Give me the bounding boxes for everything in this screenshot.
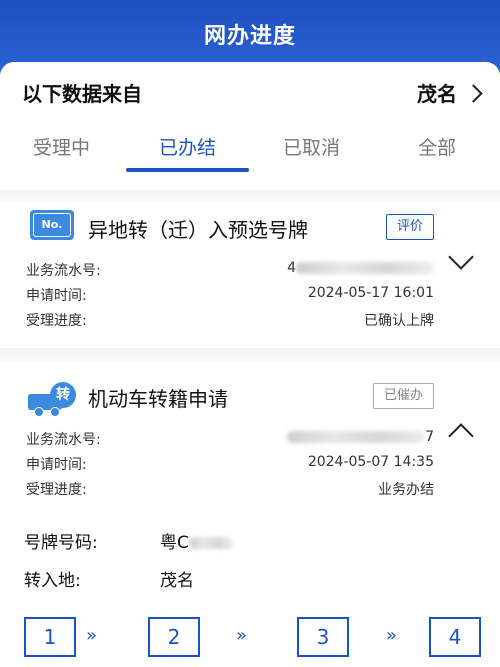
step-arrow: » [236, 625, 248, 646]
plate-icon-text: No. [33, 213, 71, 237]
serial-number-label: 业务流水号: [26, 263, 101, 279]
divider [0, 348, 500, 362]
progress-value: 已确认上牌 [364, 313, 434, 329]
serial-number-value: 4 [287, 260, 434, 276]
progress-label: 受理进度: [26, 313, 87, 329]
plate-number-label: 号牌号码: [24, 533, 98, 553]
urged-button[interactable]: 已催办 [372, 383, 434, 409]
step-2: 2 [148, 617, 200, 657]
transfer-destination-label: 转入地: [24, 571, 81, 591]
city-selector[interactable]: 茂名 [417, 78, 483, 107]
apply-time-value: 2024-05-17 16:01 [307, 285, 434, 301]
plate-number-value: 粤C [160, 528, 233, 553]
evaluate-button[interactable]: 评价 [385, 214, 434, 240]
active-tab-indicator [126, 168, 249, 172]
page-title: 网办进度 [203, 24, 296, 49]
transfer-icon-text: 转 [50, 382, 76, 408]
apply-time-label: 申请时间: [26, 288, 87, 304]
tab-all[interactable]: 全部 [418, 133, 456, 160]
data-source-label: 以下数据来自 [22, 82, 142, 106]
transfer-destination-value: 茂名 [160, 571, 194, 591]
apply-time-value: 2024-05-07 14:35 [307, 454, 434, 470]
step-3: 3 [297, 617, 349, 657]
serial-number-value: 7 [287, 429, 434, 445]
tab-processing[interactable]: 受理中 [33, 133, 90, 160]
card-title: 机动车转籍申请 [88, 387, 228, 411]
progress-label: 受理进度: [26, 482, 87, 498]
plate-icon: No. [30, 210, 74, 240]
city-name: 茂名 [417, 82, 457, 106]
tab-completed[interactable]: 已办结 [159, 133, 216, 160]
card-title: 异地转（迁）入预选号牌 [88, 218, 308, 242]
divider [0, 190, 500, 202]
serial-number-label: 业务流水号: [26, 432, 101, 448]
progress-value: 业务办结 [378, 482, 434, 498]
apply-time-label: 申请时间: [26, 457, 87, 473]
truck-icon: 转 [28, 382, 76, 417]
step-4: 4 [429, 617, 481, 657]
chevron-right-icon [464, 84, 483, 103]
step-1: 1 [24, 617, 76, 657]
step-arrow: » [386, 625, 398, 646]
step-arrow: » [86, 625, 98, 646]
tab-cancelled[interactable]: 已取消 [283, 133, 340, 160]
